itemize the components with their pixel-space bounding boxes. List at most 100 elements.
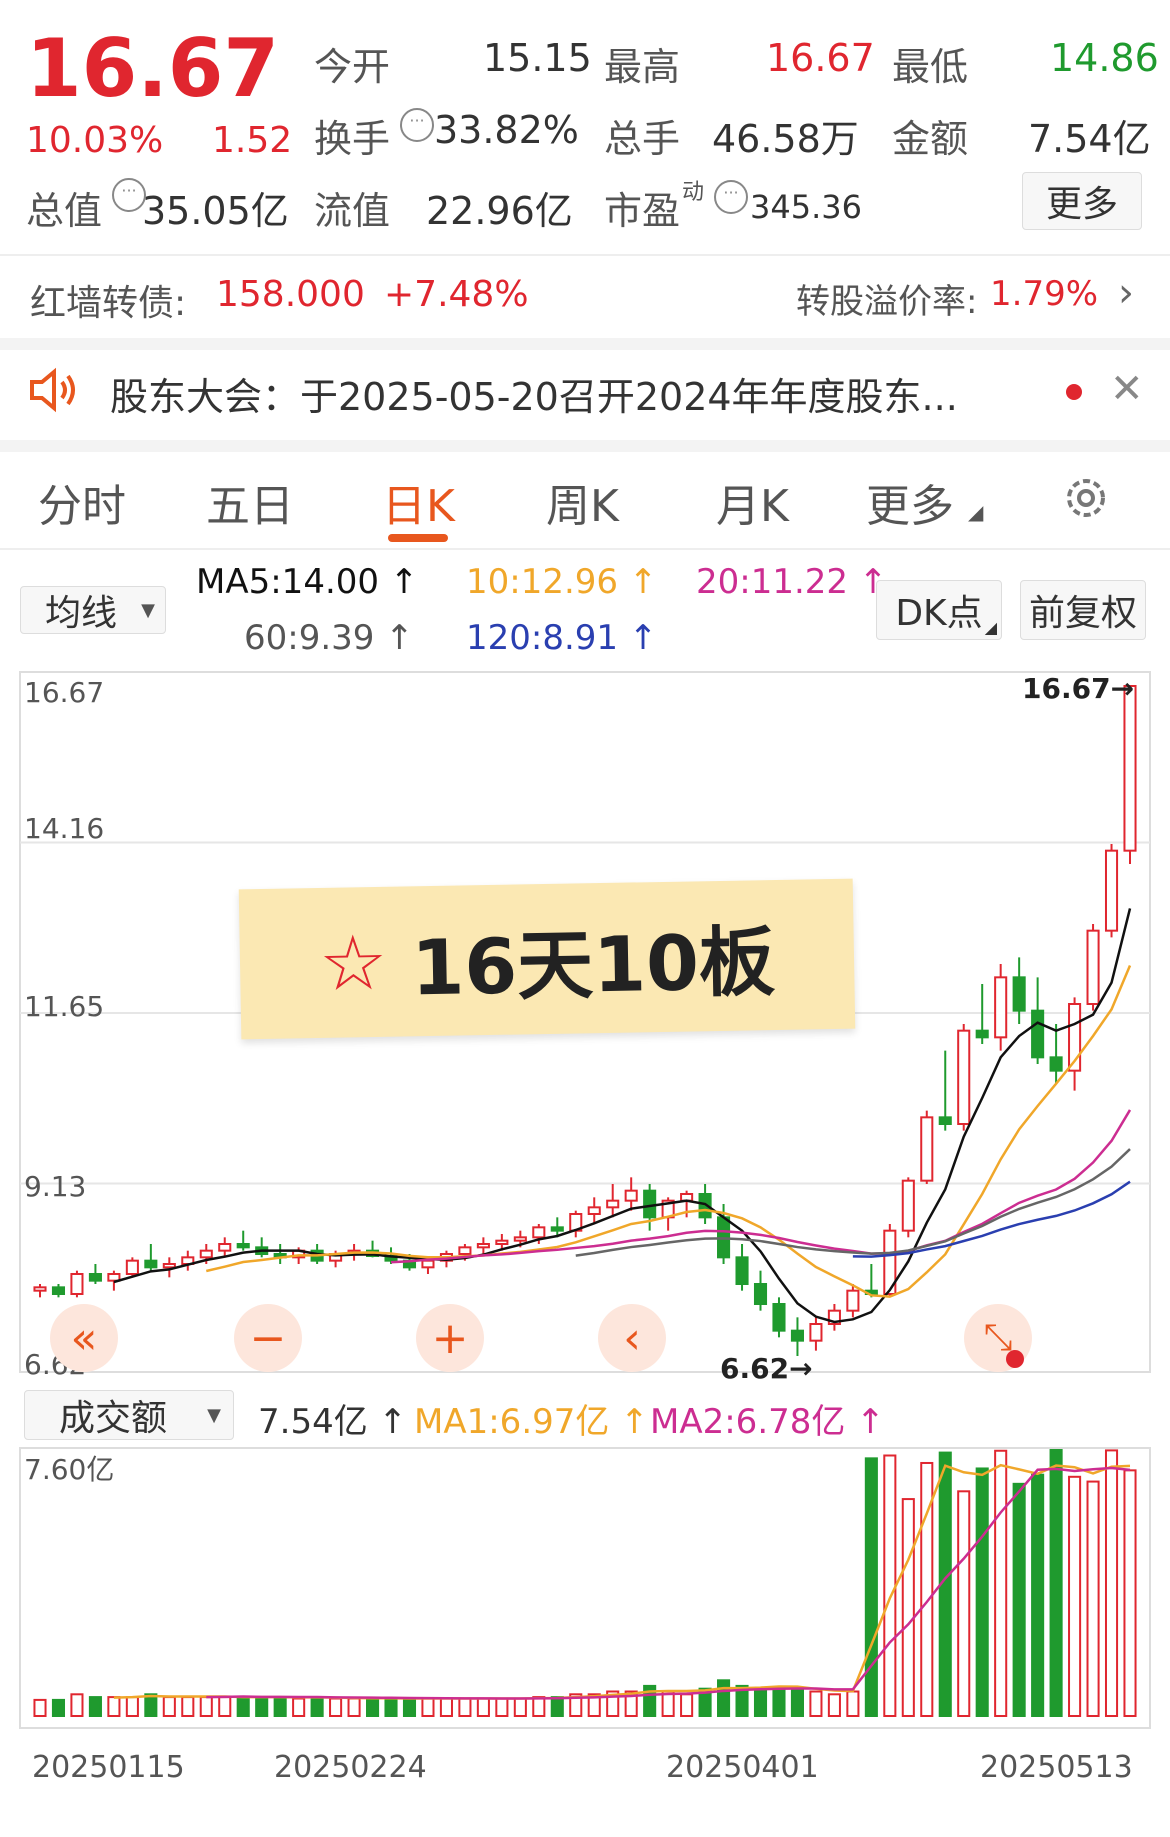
candle-body	[1031, 1009, 1045, 1059]
candle-body	[236, 1243, 250, 1249]
notice-text[interactable]: 股东大会：于2025-05-20召开2024年年度股东...	[110, 366, 1030, 421]
zoom-in-button[interactable]: +	[416, 1304, 484, 1372]
candle-body	[532, 1226, 546, 1239]
volume-bar	[753, 1687, 768, 1717]
ma5-text: MA5:14.00	[196, 562, 380, 602]
tab-monthly-k[interactable]: 月K	[716, 470, 789, 534]
volume-chart[interactable]	[0, 1444, 1170, 1734]
divider	[0, 338, 1170, 350]
min-marker-text: 6.62	[720, 1352, 790, 1385]
candle-body	[809, 1323, 823, 1342]
volume-bar	[495, 1697, 509, 1717]
scroll-back-button[interactable]: ‹	[598, 1304, 666, 1372]
candle-body	[144, 1259, 158, 1269]
volume-bar	[532, 1696, 546, 1718]
candle-body	[624, 1189, 638, 1202]
ma60-value: 60:9.39 ↑	[244, 618, 414, 658]
candle-body	[495, 1239, 509, 1246]
volume-bar	[901, 1498, 915, 1717]
candle-body	[88, 1273, 102, 1282]
dropdown-arrow-icon: ▼	[207, 1404, 221, 1426]
low-value: 14.86	[1050, 36, 1159, 80]
candle-body	[550, 1226, 564, 1232]
volume-amount-text: 7.54亿	[258, 1402, 368, 1442]
volume-bar	[680, 1693, 694, 1718]
tab-weekly-k[interactable]: 周K	[546, 470, 619, 534]
volume-bar	[310, 1696, 324, 1718]
volume-bar	[864, 1457, 878, 1718]
zoom-out-button[interactable]: −	[234, 1304, 302, 1372]
candle-body	[33, 1286, 47, 1292]
volume-bar	[273, 1696, 287, 1718]
ma120-text: 120:8.91	[466, 618, 619, 658]
open-value: 15.15	[483, 36, 592, 80]
pe-value: 345.36	[750, 188, 862, 226]
volume-bar	[772, 1687, 786, 1717]
float-label: 流值	[314, 189, 391, 233]
volume-bar	[329, 1697, 343, 1717]
date-label: 20250401	[666, 1750, 819, 1785]
ma-selector-label: 均线	[45, 593, 118, 634]
volume-bar	[975, 1467, 989, 1718]
volume-bar	[809, 1690, 823, 1717]
turnover-label: 换手	[314, 117, 391, 161]
chevron-right-icon[interactable]: ›	[1118, 270, 1134, 316]
close-icon[interactable]: ✕	[1110, 366, 1144, 412]
volume-bar	[476, 1697, 490, 1717]
volume-bar	[421, 1697, 435, 1717]
info-icon[interactable]: ···	[112, 178, 146, 212]
tab-more[interactable]: 更多	[866, 470, 954, 534]
info-icon[interactable]: ···	[400, 108, 434, 142]
candle-body	[218, 1243, 232, 1252]
volume-ma2-text: MA2:6.78亿	[650, 1402, 846, 1442]
candle-body	[975, 1029, 989, 1039]
volume-bar	[181, 1696, 195, 1718]
candle-body	[606, 1199, 620, 1209]
volume-selector-label: 成交额	[59, 1398, 168, 1439]
candle-body	[1123, 685, 1137, 852]
volume-bar	[1123, 1469, 1137, 1718]
volume-bar	[199, 1696, 213, 1718]
volume-bar	[70, 1693, 84, 1718]
volume-bar	[458, 1697, 472, 1717]
candle-body	[901, 1179, 915, 1232]
info-icon[interactable]: ···	[714, 180, 748, 214]
candle-body	[70, 1273, 84, 1295]
gear-icon[interactable]	[1060, 472, 1112, 524]
tab-intraday[interactable]: 分时	[38, 470, 126, 534]
more-button[interactable]: 更多	[1022, 172, 1142, 230]
divider	[0, 548, 1170, 550]
chevron-down-icon: ◢	[968, 500, 984, 524]
candle-body	[587, 1206, 601, 1215]
date-label: 20250115	[32, 1750, 185, 1785]
volume-bar	[1012, 1482, 1026, 1718]
star-icon: ☆	[318, 917, 389, 1008]
volume-bar	[827, 1693, 841, 1718]
adjust-button[interactable]: 前复权	[1020, 580, 1146, 640]
price-label: 9.13	[24, 1170, 87, 1203]
tab-daily-k[interactable]: 日K	[382, 470, 455, 534]
float-value: 22.96亿	[426, 189, 573, 233]
volume-bar	[513, 1697, 527, 1717]
candle-body	[1104, 849, 1119, 932]
volume-bar	[51, 1698, 66, 1717]
ma20-value: 20:11.22 ↑	[696, 562, 888, 602]
candle-body	[994, 976, 1008, 1039]
volume-bar	[1068, 1475, 1082, 1718]
candle-body	[846, 1289, 860, 1312]
ma-selector[interactable]: 均线 ▼	[20, 586, 166, 634]
bond-change: +7.48%	[384, 274, 529, 315]
volume-bar	[33, 1698, 47, 1717]
candle-body	[421, 1259, 435, 1269]
scroll-left-button[interactable]: «	[50, 1304, 118, 1372]
candle-body	[772, 1303, 786, 1332]
candle-body	[643, 1189, 657, 1219]
price-label: 11.65	[24, 990, 105, 1023]
volume-bar	[255, 1696, 269, 1718]
volume-bar	[402, 1697, 417, 1717]
volume-selector[interactable]: 成交额 ▼	[24, 1390, 234, 1440]
tab-five-day[interactable]: 五日	[206, 470, 294, 534]
dk-point-button[interactable]: DK点 ◢	[876, 580, 1002, 640]
volume-bar	[144, 1693, 158, 1718]
volume-bar	[1086, 1480, 1100, 1718]
